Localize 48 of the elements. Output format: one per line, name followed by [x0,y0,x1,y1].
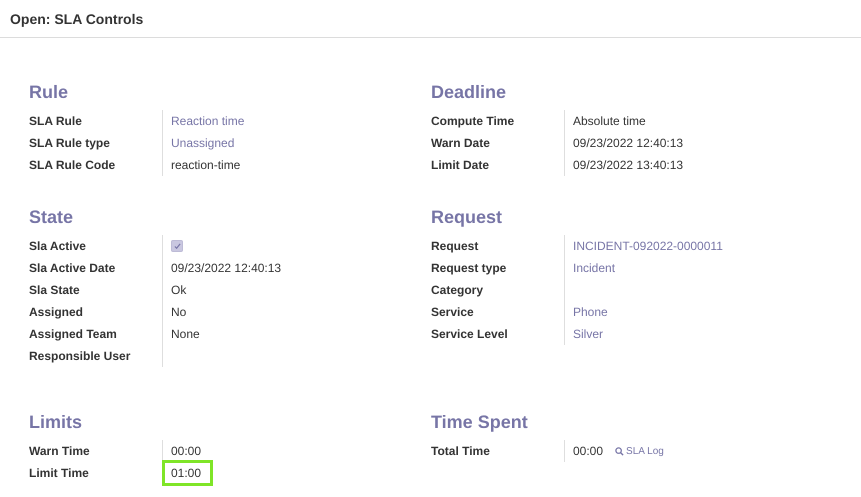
field-label: Category [431,283,484,297]
field-value: reaction-time [171,158,240,172]
field-value: 00:00 [573,444,604,458]
field-label: Service Level [431,327,509,341]
field-label: Sla State [29,283,81,297]
field-value: Ok [171,283,186,297]
field-label: Request type [431,261,508,275]
section-title: Request [431,207,504,228]
field-label: Total Time [431,444,491,458]
field-label: Limit Date [431,158,490,172]
field-label: SLA Rule [29,114,83,128]
field-value: Absolute time [573,114,646,128]
field-label: SLA Rule type [29,136,111,150]
section-title: Time Spent [431,412,529,433]
field-label: Assigned Team [29,327,118,341]
window-title: Open: SLA Controls [10,10,144,26]
field-value: 00:00 [171,444,202,458]
field-value: None [171,327,200,341]
field-label: SLA Rule Code [29,158,116,172]
field-label: Sla Active [29,239,87,253]
field-value: 01:00 [162,460,214,486]
sla-log-link[interactable]: SLA Log [615,446,664,456]
field-label: Warn Date [431,136,491,150]
field-link[interactable]: Unassigned [171,136,234,150]
field-value: No [171,305,186,319]
checkbox[interactable] [171,240,183,252]
field-link[interactable]: INCIDENT-092022-0000011 [573,239,723,253]
zoom-in-icon [615,446,624,456]
field-link[interactable]: Silver [573,327,604,341]
field-label: Warn Time [29,444,91,458]
field-label: Compute Time [431,114,516,128]
field-label: Sla Active Date [29,261,116,275]
field-link[interactable]: Reaction time [171,114,244,128]
check-icon [174,242,180,250]
field-link[interactable]: Phone [573,305,608,319]
field-label: Responsible User [29,349,132,363]
field-label: Assigned [29,305,84,319]
section-title: Rule [29,82,70,103]
field-label: Request [431,239,480,253]
field-value: 09/23/2022 13:40:13 [573,158,684,172]
field-label: Limit Time [29,466,90,480]
field-link[interactable]: Incident [573,261,616,275]
section-title: Deadline [431,82,508,103]
field-value: 09/23/2022 12:40:13 [573,136,684,150]
field-label: Service [431,305,475,319]
field-value: 09/23/2022 12:40:13 [171,261,282,275]
section-title: State [29,207,74,228]
section-title: Limits [29,412,84,433]
